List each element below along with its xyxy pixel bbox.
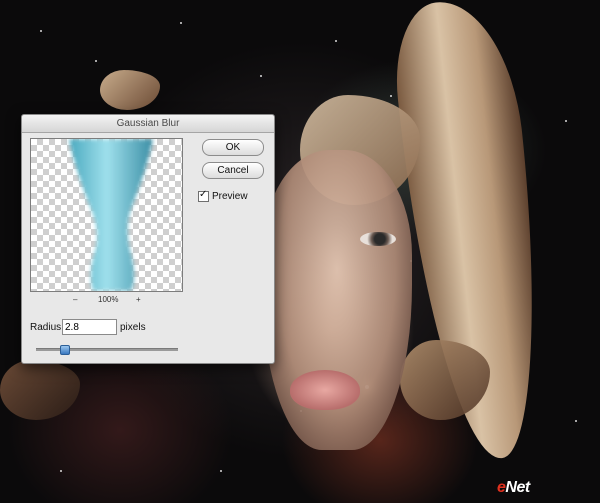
radius-slider-thumb[interactable] [60, 345, 71, 355]
preview-checkbox[interactable] [198, 189, 209, 202]
star [575, 420, 577, 422]
radius-input[interactable] [62, 319, 117, 335]
dialog-title: Gaussian Blur [22, 115, 274, 133]
ok-button[interactable]: OK [202, 139, 264, 156]
star [180, 22, 182, 24]
zoom-in-button[interactable]: + [136, 295, 141, 304]
star [335, 40, 337, 42]
star [60, 470, 62, 472]
star [220, 470, 222, 472]
watermark-logo: eNet [497, 479, 530, 497]
lips [290, 370, 360, 410]
preview-shape [69, 139, 153, 291]
eye [360, 232, 396, 246]
gaussian-blur-dialog: Gaussian Blur – 100% + OK Cancel Preview [21, 114, 275, 364]
star [40, 30, 42, 32]
preview-toggle[interactable]: Preview [198, 189, 248, 202]
radius-slider[interactable] [36, 345, 178, 355]
zoom-level: 100% [98, 295, 119, 304]
star [95, 60, 97, 62]
preview-label: Preview [212, 190, 248, 202]
watermark-rest: Net [505, 479, 530, 496]
radius-unit: pixels [120, 322, 146, 333]
liquid-splash [0, 360, 80, 420]
liquid-splash [100, 70, 160, 110]
cancel-button[interactable]: Cancel [202, 162, 264, 179]
blur-preview-pane[interactable] [30, 138, 183, 292]
zoom-out-button[interactable]: – [73, 295, 77, 304]
star [565, 120, 567, 122]
star [260, 75, 262, 77]
zoom-controls: – 100% + [30, 295, 183, 307]
star [390, 95, 392, 97]
radius-label: Radius: [30, 322, 64, 333]
